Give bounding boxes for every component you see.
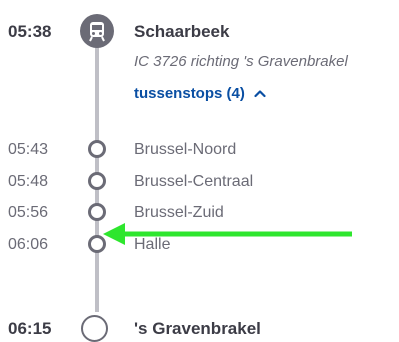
stop-dot-icon bbox=[88, 172, 106, 190]
stop-time: 06:06 bbox=[8, 236, 49, 253]
stop-station: Brussel-Centraal bbox=[134, 173, 254, 190]
arrival-time: 06:15 bbox=[8, 319, 52, 338]
chevron-up-icon bbox=[254, 85, 266, 102]
train-info: IC 3726 richting 's Gravenbrakel bbox=[134, 53, 348, 70]
intermediate-stops-label: tussenstops (4) bbox=[134, 85, 245, 102]
stop-time: 05:56 bbox=[8, 204, 49, 221]
intermediate-stops-toggle[interactable]: tussenstops (4) bbox=[134, 85, 266, 102]
stop-time: 05:43 bbox=[8, 141, 49, 158]
green-arrow-icon bbox=[103, 223, 352, 245]
departure-time: 05:38 bbox=[8, 22, 52, 41]
stop-dot-icon bbox=[88, 140, 106, 158]
train-icon bbox=[80, 14, 114, 48]
destination-dot-icon bbox=[81, 315, 108, 342]
departure-station: Schaarbeek bbox=[134, 22, 230, 41]
stop-station: Brussel-Noord bbox=[134, 141, 237, 158]
stop-time: 05:48 bbox=[8, 173, 49, 190]
arrival-station: 's Gravenbrakel bbox=[134, 319, 261, 338]
